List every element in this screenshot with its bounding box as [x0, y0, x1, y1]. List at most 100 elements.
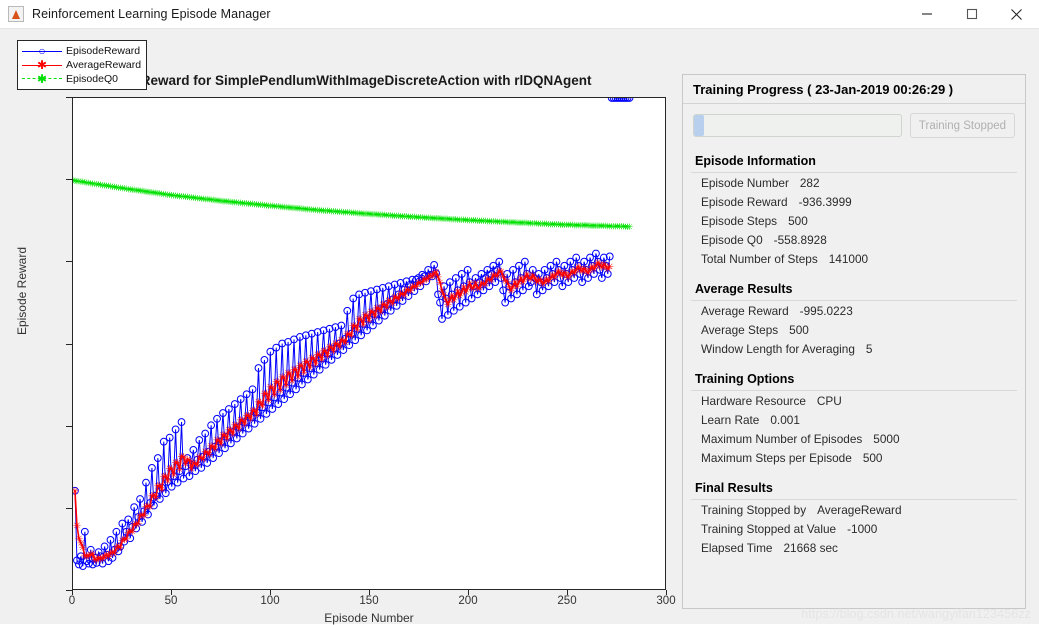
series-averagereward-marker: ✳	[73, 486, 79, 497]
series-episodereward-line	[74, 253, 611, 567]
section-title: Average Results	[691, 276, 1017, 301]
legend-label: EpisodeReward	[66, 45, 141, 57]
progress-bar-fill	[694, 115, 705, 136]
info-key: Training Stopped by	[701, 503, 807, 517]
window-title: Reinforcement Learning Episode Manager	[32, 7, 271, 21]
window-controls	[904, 0, 1039, 28]
info-value: -558.8928	[773, 233, 827, 247]
info-row: Maximum Steps per Episode 500	[691, 448, 1017, 467]
x-tick-mark	[171, 590, 172, 595]
info-key: Training Stopped at Value	[701, 522, 837, 536]
watermark: https://blog.csdn.net/wangyifan123456zz	[801, 607, 1031, 621]
legend-marker-averagereward: ✱	[22, 59, 62, 71]
info-row: Episode Number 282	[691, 173, 1017, 192]
x-tick-mark	[270, 590, 271, 595]
legend-marker-episodeq0: ✱	[22, 73, 62, 85]
x-tick-mark	[468, 590, 469, 595]
info-row: Training Stopped at Value -1000	[691, 519, 1017, 538]
info-row: Hardware Resource CPU	[691, 391, 1017, 410]
info-key: Episode Reward	[701, 195, 788, 209]
info-section: Episode Information Episode Number 282 Epis…	[691, 148, 1017, 268]
x-tick-label: 100	[260, 595, 280, 607]
legend-label: EpisodeQ0	[66, 73, 118, 85]
info-value: AverageReward	[817, 503, 902, 517]
series-averagereward-line	[74, 261, 611, 561]
section-title: Final Results	[691, 475, 1017, 500]
info-key: Average Reward	[701, 304, 789, 318]
series-episodeq0-marker: ✳	[626, 222, 634, 232]
chart-legend: ○ EpisodeReward ✱ AverageReward ✱ Episod…	[17, 40, 148, 90]
info-key: Learn Rate	[701, 413, 760, 427]
info-value: 21668 sec	[783, 541, 838, 555]
info-row: Maximum Number of Episodes 5000	[691, 429, 1017, 448]
legend-marker-episodereward: ○	[22, 45, 62, 57]
info-key: Maximum Number of Episodes	[701, 432, 863, 446]
info-value: -995.0223	[799, 304, 853, 318]
info-row: Total Number of Steps 141000	[691, 249, 1017, 268]
section-title: Training Options	[691, 366, 1017, 391]
info-key: Maximum Steps per Episode	[701, 451, 852, 465]
info-row: Learn Rate 0.001	[691, 410, 1017, 429]
info-key: Episode Q0	[701, 233, 763, 247]
x-tick-label: 150	[359, 595, 379, 607]
info-row: Average Reward -995.0223	[691, 301, 1017, 320]
stop-training-button[interactable]: Training Stopped	[910, 113, 1015, 138]
info-section: Final Results Training Stopped by AverageR…	[691, 475, 1017, 557]
x-tick-label: 200	[458, 595, 478, 607]
info-row: Window Length for Averaging 5	[691, 339, 1017, 358]
info-row: Episode Reward -936.3999	[691, 192, 1017, 211]
info-value: -936.3999	[798, 195, 852, 209]
info-section: Average Results Average Reward -995.0223 Av…	[691, 276, 1017, 358]
info-value: CPU	[816, 394, 842, 408]
section-title: Episode Information	[691, 148, 1017, 173]
info-row: Episode Steps 500	[691, 211, 1017, 230]
info-key: Episode Number	[701, 176, 789, 190]
info-value: 500	[862, 451, 883, 465]
maximize-icon[interactable]	[949, 0, 994, 28]
x-tick-mark	[567, 590, 568, 595]
legend-label: AverageReward	[66, 59, 142, 71]
series-averagereward-marker: ✳	[606, 262, 614, 273]
info-value: 500	[788, 214, 808, 228]
minimize-icon[interactable]	[904, 0, 949, 28]
info-value: 0.001	[770, 413, 800, 427]
info-value: 282	[799, 176, 820, 190]
series-averagereward-marker: ✳	[73, 521, 81, 532]
info-key: Window Length for Averaging	[701, 342, 855, 356]
series-averagereward-marker: ✳	[625, 98, 633, 101]
plot-area: ✳ ✳ ✳ ✳ ✳ ✳ ✳ ✳ ✳ ✳ ✳ ✳ ✳ ✳ ✳ ✳ ✳ ✳ ✳ ✳ ✳ ✳ ✳ ✳ ✳ ✳ ✳ ✳ ✳ ✳ ✳ ✳ ✳ ✳ ✳ ✳ ✳ ✳ ✳ ✳…	[72, 97, 666, 590]
progress-row: Training Stopped	[683, 104, 1025, 148]
training-progress-panel: Training Progress ( 23-Jan-2019 00:26:29…	[682, 74, 1026, 609]
info-key: Elapsed Time	[701, 541, 773, 555]
x-tick-mark	[369, 590, 370, 595]
x-tick-label: 250	[557, 595, 577, 607]
panel-header: Training Progress ( 23-Jan-2019 00:26:29…	[683, 75, 1025, 104]
x-tick-label: 0	[68, 595, 76, 607]
plot-svg: ✳✳✳✳✳✳✳✳✳✳✳✳✳✳✳✳✳✳✳✳✳✳✳✳✳✳✳✳✳✳✳✳✳✳✳✳✳✳✳✳…	[73, 98, 634, 570]
x-tick-mark	[666, 590, 667, 595]
legend-item: ✱ AverageReward	[22, 58, 141, 72]
training-progress-bar	[693, 114, 902, 137]
episode-reward-chart: Episode Reward for SimplePendlumWithImag…	[0, 29, 676, 625]
main-content: Episode Reward for SimplePendlumWithImag…	[0, 29, 1039, 625]
info-row: Episode Q0 -558.8928	[691, 230, 1017, 249]
info-value: 5000	[873, 432, 900, 446]
x-tick-mark	[72, 590, 73, 595]
info-key: Average Steps	[701, 323, 779, 337]
info-row: Training Stopped by AverageReward	[691, 500, 1017, 519]
info-key: Episode Steps	[701, 214, 778, 228]
close-icon[interactable]	[994, 0, 1039, 28]
info-key: Hardware Resource	[701, 394, 806, 408]
info-section: Training Options Hardware Resource CPU Lear…	[691, 366, 1017, 467]
info-value: 500	[789, 323, 809, 337]
window-titlebar: Reinforcement Learning Episode Manager	[0, 0, 1039, 29]
info-value: 141000	[828, 252, 869, 266]
y-axis-label: Episode Reward	[15, 246, 29, 336]
info-value: -1000	[847, 522, 878, 536]
info-sections: Episode Information Episode Number 282 Epis…	[683, 148, 1025, 565]
legend-item: ✱ EpisodeQ0	[22, 72, 141, 86]
